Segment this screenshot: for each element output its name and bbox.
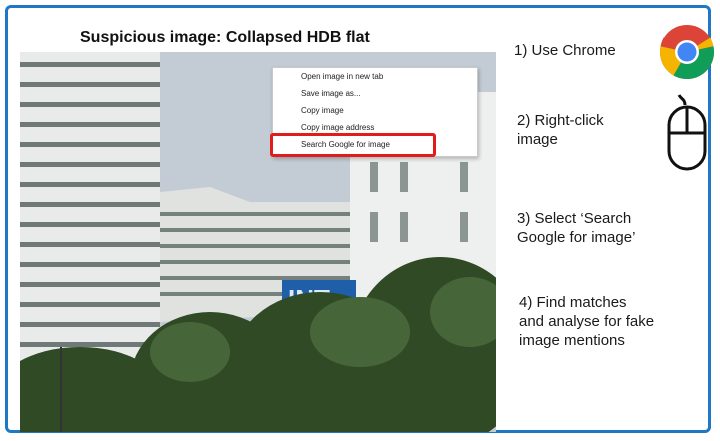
computer-mouse-icon <box>667 94 707 171</box>
step-2-line-1: 2) Right-click <box>517 112 604 129</box>
menu-item-copy-image-address[interactable]: Copy image address <box>301 123 374 133</box>
step-3-text: 3) Select ‘Search Google for image’ <box>517 209 635 247</box>
chrome-logo-icon <box>659 25 715 80</box>
slide-title: Suspicious image: Collapsed HDB flat <box>80 29 370 46</box>
step-4-line-1: 4) Find matches <box>519 294 627 311</box>
step-4-line-2: and analyse for fake <box>519 313 655 330</box>
menu-item-open-image[interactable]: Open image in new tab <box>301 72 383 82</box>
step-4-text: 4) Find matches and analyse for fake ima… <box>519 293 654 350</box>
step-1-text: 1) Use Chrome <box>514 42 616 59</box>
step-2-line-2: image <box>517 131 558 148</box>
search-google-highlight-box <box>270 133 436 157</box>
menu-item-save-image[interactable]: Save image as... <box>301 89 361 99</box>
step-4-line-3: image mentions <box>519 332 625 349</box>
step-3-line-2: Google for image’ <box>517 229 636 246</box>
step-2-text: 2) Right-click image <box>517 111 604 149</box>
step-3-line-1: 3) Select ‘Search <box>517 210 632 227</box>
left-building <box>20 52 160 382</box>
menu-item-copy-image[interactable]: Copy image <box>301 106 344 116</box>
